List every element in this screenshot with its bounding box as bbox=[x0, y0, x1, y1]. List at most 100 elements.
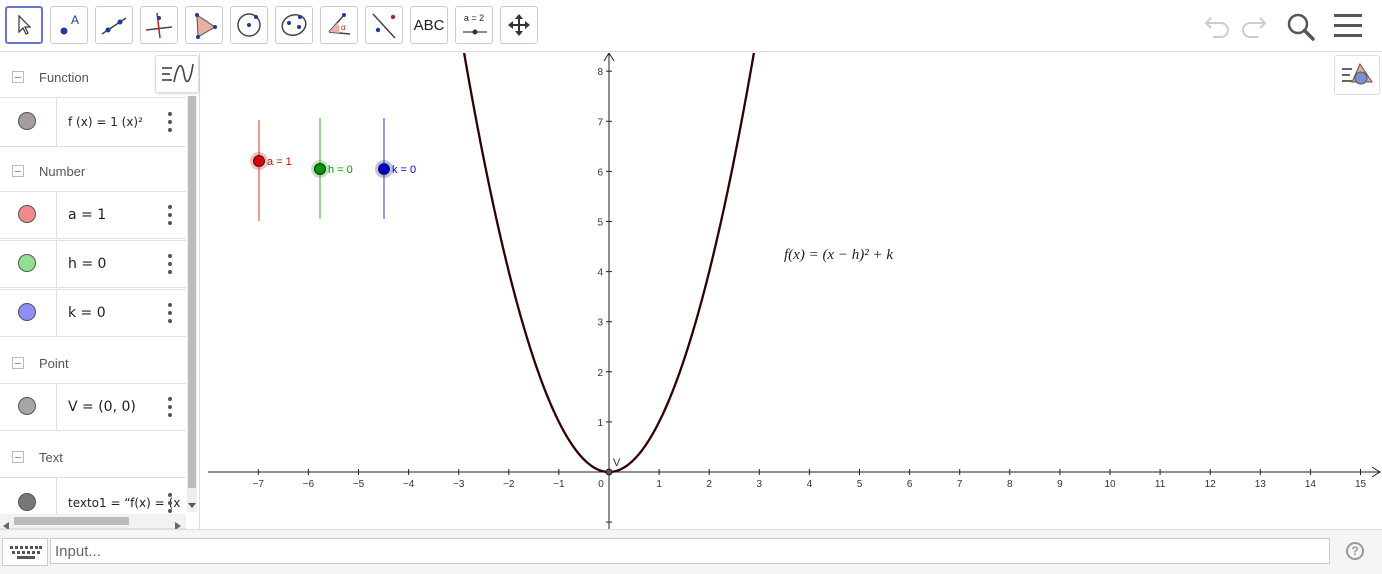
x-tick-label: 0 bbox=[598, 479, 604, 490]
algebra-expression[interactable]: f (x) = 1 (x)² bbox=[68, 115, 143, 129]
redo-icon[interactable] bbox=[1238, 12, 1268, 45]
y-tick-label: 8 bbox=[597, 67, 603, 78]
category-label: Number bbox=[39, 163, 86, 179]
x-tick-label: 10 bbox=[1104, 479, 1116, 490]
algebra-row-k[interactable]: k = 0 bbox=[0, 289, 186, 337]
perpendicular-icon bbox=[144, 10, 174, 40]
marker-area bbox=[0, 98, 57, 146]
algebra-row-f[interactable]: f (x) = 1 (x)² bbox=[0, 97, 186, 147]
algebra-expression[interactable]: h = 0 bbox=[68, 256, 106, 272]
scroll-left-icon[interactable] bbox=[3, 517, 9, 529]
slider-k[interactable]: k = 0 bbox=[375, 118, 416, 219]
vertex-point-v[interactable] bbox=[605, 468, 613, 476]
reflect-tool[interactable] bbox=[365, 6, 403, 44]
algebra-expression[interactable]: V = (0, 0) bbox=[68, 399, 136, 415]
menu-icon[interactable] bbox=[1333, 13, 1363, 44]
x-tick-label: 13 bbox=[1255, 479, 1267, 490]
scrollbar-thumb[interactable] bbox=[14, 517, 129, 525]
help-button[interactable]: ? bbox=[1346, 542, 1364, 560]
circle-tool[interactable] bbox=[230, 6, 268, 44]
circle-icon bbox=[234, 10, 264, 40]
visibility-marker[interactable] bbox=[18, 205, 36, 223]
algebra-view: Function f (x) = 1 (x)² Number a = 1 h =… bbox=[0, 53, 200, 529]
arrow-cursor-icon bbox=[14, 14, 34, 36]
toolbar: A α ABC a = 2 bbox=[0, 0, 1382, 52]
algebra-style-icon bbox=[162, 62, 194, 91]
more-options-icon[interactable] bbox=[166, 112, 174, 132]
algebra-row-v[interactable]: V = (0, 0) bbox=[0, 383, 186, 431]
x-tick-label: −1 bbox=[553, 479, 565, 490]
more-options-icon[interactable] bbox=[166, 303, 174, 323]
x-tick-label: −7 bbox=[253, 479, 265, 490]
more-options-icon[interactable] bbox=[166, 493, 174, 513]
more-options-icon[interactable] bbox=[166, 205, 174, 225]
category-text[interactable]: Text bbox=[0, 435, 186, 479]
point-tool[interactable]: A bbox=[50, 6, 88, 44]
move-tool[interactable] bbox=[5, 6, 43, 44]
slider-tool[interactable]: a = 2 bbox=[455, 6, 493, 44]
algebra-vertical-scrollbar[interactable] bbox=[187, 96, 197, 512]
ellipse-tool[interactable] bbox=[275, 6, 313, 44]
graphics-canvas[interactable]: −7 −6 −5 −4 −3 −2 −1 0 1 2 3 4 5 6 7 8 9 10 11 12 13 14 15 123… bbox=[208, 53, 1382, 529]
algebra-style-toggle[interactable] bbox=[155, 55, 199, 93]
point-icon: A bbox=[54, 10, 84, 40]
category-number[interactable]: Number bbox=[0, 149, 186, 193]
x-tick-label: 8 bbox=[1007, 479, 1013, 490]
x-tick-label: 11 bbox=[1155, 479, 1166, 490]
marker-area bbox=[0, 290, 57, 336]
collapse-icon[interactable] bbox=[12, 165, 24, 177]
formula-text[interactable]: f(x) = (x − h)² + k bbox=[784, 247, 893, 263]
category-label: Point bbox=[39, 355, 69, 371]
angle-tool[interactable]: α bbox=[320, 6, 358, 44]
graphics-style-toggle[interactable] bbox=[1334, 55, 1380, 95]
scrollbar-thumb[interactable] bbox=[188, 96, 196, 488]
move-arrows-icon bbox=[506, 12, 532, 38]
slider-handle[interactable] bbox=[378, 163, 390, 175]
visibility-marker[interactable] bbox=[18, 493, 36, 511]
x-tick-label: −5 bbox=[353, 479, 365, 490]
input-field[interactable] bbox=[50, 538, 1330, 564]
collapse-icon[interactable] bbox=[12, 451, 24, 463]
algebra-row-a[interactable]: a = 1 bbox=[0, 191, 186, 239]
slider-a[interactable]: a = 1 bbox=[250, 120, 292, 221]
more-options-icon[interactable] bbox=[166, 254, 174, 274]
y-tick-label: 7 bbox=[597, 117, 603, 128]
slider-icon bbox=[462, 27, 488, 37]
visibility-marker[interactable] bbox=[18, 397, 36, 415]
visibility-marker[interactable] bbox=[18, 112, 36, 130]
algebra-expression[interactable]: a = 1 bbox=[68, 207, 106, 223]
x-tick-label: −6 bbox=[303, 479, 315, 490]
slider-h[interactable]: h = 0 bbox=[311, 118, 353, 219]
polygon-tool[interactable] bbox=[185, 6, 223, 44]
more-options-icon[interactable] bbox=[166, 397, 174, 417]
graphics-style-icon bbox=[1342, 62, 1374, 93]
move-graphics-tool[interactable] bbox=[500, 6, 538, 44]
algebra-expression[interactable]: k = 0 bbox=[68, 305, 106, 321]
slider-handle[interactable] bbox=[314, 163, 326, 175]
scroll-down-icon[interactable] bbox=[188, 496, 196, 514]
perpendicular-tool[interactable] bbox=[140, 6, 178, 44]
text-tool[interactable]: ABC bbox=[410, 6, 448, 44]
y-tick-label: 6 bbox=[597, 167, 603, 178]
visibility-marker[interactable] bbox=[18, 254, 36, 272]
algebra-horizontal-scrollbar[interactable] bbox=[0, 514, 186, 529]
category-label: Function bbox=[39, 69, 89, 85]
keyboard-button[interactable] bbox=[2, 538, 48, 566]
slider-handle[interactable] bbox=[253, 155, 265, 167]
vertex-label: V bbox=[613, 457, 621, 469]
category-point[interactable]: Point bbox=[0, 341, 186, 385]
graphics-view[interactable]: −7 −6 −5 −4 −3 −2 −1 0 1 2 3 4 5 6 7 8 9 10 11 12 13 14 15 123… bbox=[208, 53, 1382, 529]
collapse-icon[interactable] bbox=[12, 71, 24, 83]
algebra-row-h[interactable]: h = 0 bbox=[0, 240, 186, 288]
scroll-right-icon[interactable] bbox=[175, 517, 181, 529]
undo-icon[interactable] bbox=[1203, 12, 1233, 45]
angle-icon: α bbox=[324, 10, 354, 40]
visibility-marker[interactable] bbox=[18, 303, 36, 321]
collapse-icon[interactable] bbox=[12, 357, 24, 369]
x-tick-label: 7 bbox=[957, 479, 963, 490]
search-icon[interactable] bbox=[1285, 11, 1317, 48]
svg-text:A: A bbox=[71, 13, 79, 27]
line-tool[interactable] bbox=[95, 6, 133, 44]
slider-label: h = 0 bbox=[328, 164, 353, 176]
y-tick-label: 1 bbox=[597, 418, 603, 429]
